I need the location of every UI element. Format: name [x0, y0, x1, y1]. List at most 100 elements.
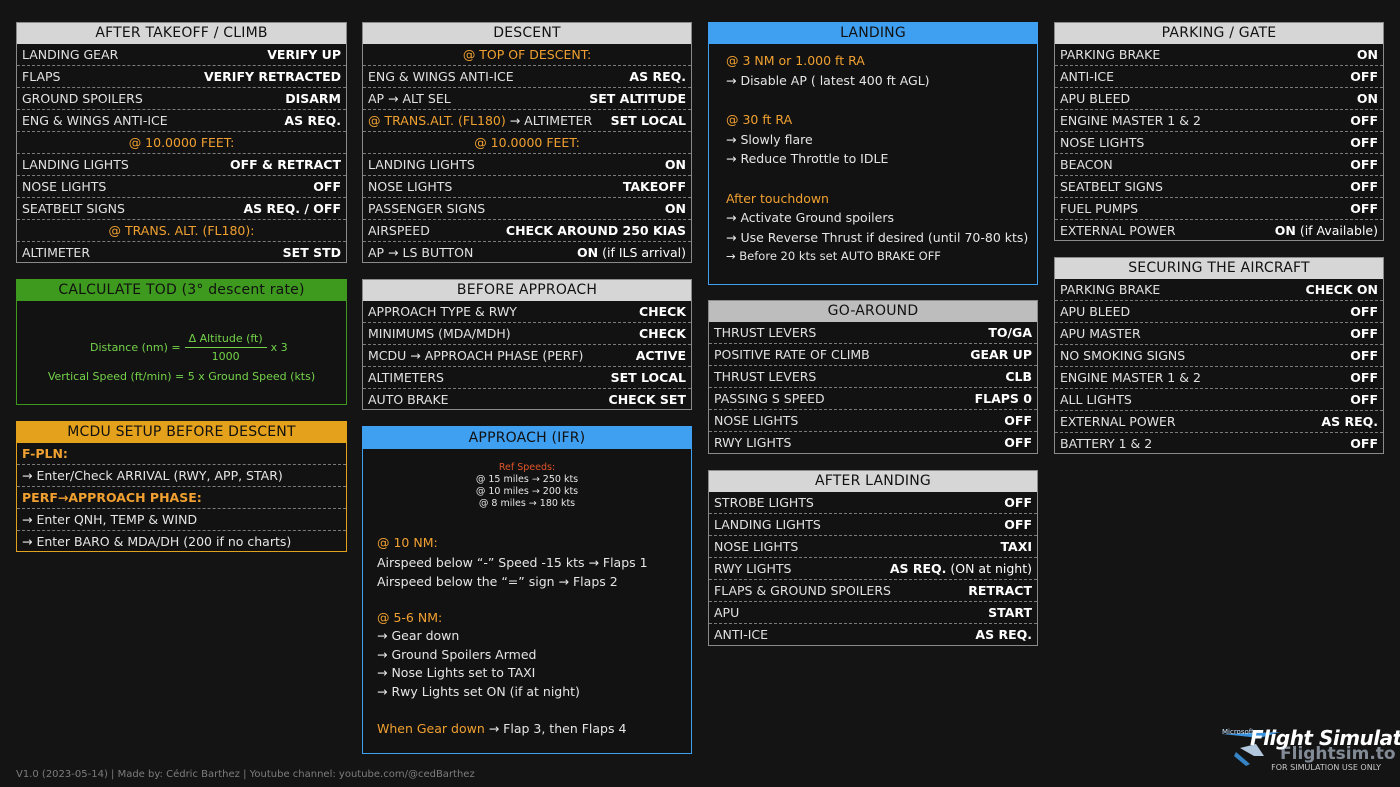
checklist-value: FLAPS 0 [975, 388, 1032, 409]
checklist-value: OFF [1350, 132, 1378, 153]
fpln-item: → Enter/Check ARRIVAL (RWY, APP, STAR) [17, 464, 346, 486]
checklist-item: AP → ALT SEL [368, 91, 451, 106]
checklist-value-note: (if ILS arrival) [598, 245, 686, 260]
landing-3nm-heading: @ 3 NM or 1.000 ft RA [726, 53, 865, 68]
checklist-row: ENG & WINGS ANTI-ICE AS REQ. [17, 109, 346, 131]
landing-panel: LANDING @ 3 NM or 1.000 ft RA → Disable … [708, 22, 1038, 285]
mcdu-title: MCDU SETUP BEFORE DESCENT [17, 422, 346, 443]
checklist-item: APU [714, 605, 740, 620]
checklist-value-main: VERIFY RETRACTED [203, 69, 341, 84]
checklist-item: BATTERY 1 & 2 [1060, 436, 1153, 451]
checklist-item: APU BLEED [1060, 91, 1131, 106]
checklist-value: TAXI [1000, 536, 1032, 557]
checklist-value-main: ON [664, 157, 686, 172]
section-heading: @ TRANS. ALT. (FL180): [17, 219, 346, 241]
checklist-row: STROBE LIGHTS OFF [709, 492, 1037, 513]
after-landing-title: AFTER LANDING [709, 471, 1037, 492]
checklist-value-note: (ON at night) [946, 561, 1032, 576]
checklist-item: ENGINE MASTER 1 & 2 [1060, 113, 1201, 128]
checklist-value: SET LOCAL [611, 110, 686, 131]
checklist-item: MINIMUMS (MDA/MDH) [368, 326, 511, 341]
section-heading: @ 10.0000 FEET: [363, 131, 691, 153]
checklist-row: SEATBELT SIGNS OFF [1055, 175, 1383, 197]
checklist-item-action: → ALTIMETER [505, 113, 593, 128]
checklist-item: ENGINE MASTER 1 & 2 [1060, 370, 1201, 385]
checklist-value-main: CLB [1005, 369, 1032, 384]
ref-speed-1: @ 15 miles → 250 kts [475, 474, 579, 485]
checklist-value-main: ACTIVE [635, 348, 686, 363]
perf-item-1: → Enter QNH, TEMP & WIND [17, 508, 346, 530]
checklist-item: PASSENGER SIGNS [368, 201, 486, 216]
checklist-row: ENGINE MASTER 1 & 2 OFF [1055, 109, 1383, 131]
distance-label: Distance (nm) = [90, 341, 181, 354]
checklist-value: CHECK [639, 301, 686, 322]
checklist-value-main: SET STD [282, 245, 341, 260]
checklist-value: TAKEOFF [623, 176, 686, 197]
after-landing-panel: AFTER LANDING STROBE LIGHTS OFF LANDING LI… [708, 470, 1038, 646]
checklist-value-main: OFF [1004, 413, 1032, 428]
checklist-value: VERIFY RETRACTED [204, 66, 341, 87]
checklist-row: MCDU → APPROACH PHASE (PERF) ACTIVE [363, 344, 691, 366]
checklist-item: RWY LIGHTS [714, 435, 792, 450]
checklist-item: EXTERNAL POWER [1060, 223, 1176, 238]
checklist-item: NOSE LIGHTS [22, 179, 107, 194]
checklist-item: ALL LIGHTS [1060, 392, 1132, 407]
checklist-value: AS REQ. [629, 66, 686, 87]
checklist-row: NOSE LIGHTS OFF [17, 175, 346, 197]
checklist-row: MINIMUMS (MDA/MDH) CHECK [363, 322, 691, 344]
approach-panel: APPROACH (IFR) Ref Speeds: @ 15 miles → … [362, 426, 692, 754]
checklist-item: THRUST LEVERS [714, 325, 817, 340]
checklist-row: LANDING LIGHTS ON [363, 153, 691, 175]
checklist-value-main: OFF [1350, 69, 1378, 84]
checklist-item: MCDU → APPROACH PHASE (PERF) [368, 348, 584, 363]
calc-tod-title: CALCULATE TOD (3° descent rate) [17, 280, 346, 301]
checklist-value-main: VERIFY UP [267, 47, 341, 62]
checklist-value: OFF [1350, 323, 1378, 344]
checklist-value: OFF [313, 176, 341, 197]
checklist-item: NOSE LIGHTS [714, 539, 799, 554]
checklist-value: AS REQ. [1321, 411, 1378, 432]
checklist-value: CLB [1005, 366, 1032, 387]
checklist-value-main: AS REQ. [889, 561, 947, 576]
checklist-value-main: AS REQ. / OFF [243, 201, 341, 216]
checklist-item: ANTI-ICE [1060, 69, 1115, 84]
landing-title: LANDING [709, 23, 1037, 44]
checklist-item: NOSE LIGHTS [714, 413, 799, 428]
checklist-row: APU BLEED OFF [1055, 300, 1383, 322]
perf-item-2: → Enter BARO & MDA/DH (200 if no charts) [17, 530, 346, 552]
checklist-row: PARKING BRAKE CHECK ON [1055, 279, 1383, 300]
checklist-item: ANTI-ICE [714, 627, 769, 642]
checklist-row: ALTIMETER SET STD [17, 241, 346, 263]
landing-30ft-item-2: → Reduce Throttle to IDLE [726, 151, 889, 166]
checklist-value: SET ALTITUDE [589, 88, 686, 109]
checklist-value-main: OFF [1004, 435, 1032, 450]
flight-simulator-logo: Microsoft Flight Simulator Flightsim.to … [1220, 726, 1400, 776]
checklist-value: RETRACT [968, 580, 1032, 601]
after-takeoff-title: AFTER TAKEOFF / CLIMB [17, 23, 346, 44]
checklist-value: OFF [1350, 154, 1378, 175]
checklist-value-main: FLAPS 0 [974, 391, 1032, 406]
checklist-value: OFF [1004, 410, 1032, 431]
checklist-value-main: CHECK SET [608, 392, 686, 407]
checklist-value-main: AS REQ. [975, 627, 1032, 642]
securing-panel: SECURING THE AIRCRAFT PARKING BRAKE CHECK… [1054, 257, 1384, 454]
checklist-row: FLAPS VERIFY RETRACTED [17, 65, 346, 87]
checklist-item-condition: @ TRANS.ALT. (FL180) [368, 113, 506, 128]
checklist-row: APPROACH TYPE & RWY CHECK [363, 301, 691, 322]
checklist-row: AP → ALT SEL SET ALTITUDE [363, 87, 691, 109]
checklist-item: FUEL PUMPS [1060, 201, 1139, 216]
checklist-value-main: OFF [1350, 392, 1378, 407]
checklist-item: THRUST LEVERS [714, 369, 817, 384]
checklist-row: THRUST LEVERS CLB [709, 365, 1037, 387]
checklist-row: EXTERNAL POWER ON (if Available) [1055, 219, 1383, 241]
checklist-value: AS REQ. / OFF [243, 198, 341, 219]
landing-30ft-item-1: → Slowly flare [726, 131, 813, 147]
checklist-item: APU MASTER [1060, 326, 1141, 341]
ref-speed-2: @ 10 miles → 200 kts [475, 486, 579, 497]
checklist-row: PASSENGER SIGNS ON [363, 197, 691, 219]
fraction-denominator: 1000 [211, 350, 240, 363]
checklist-value-main: OFF [1350, 179, 1378, 194]
checklist-value: OFF [1350, 301, 1378, 322]
checklist-value-main: OFF [1350, 348, 1378, 363]
landing-3nm-item: → Disable AP ( latest 400 ft AGL) [726, 72, 930, 88]
